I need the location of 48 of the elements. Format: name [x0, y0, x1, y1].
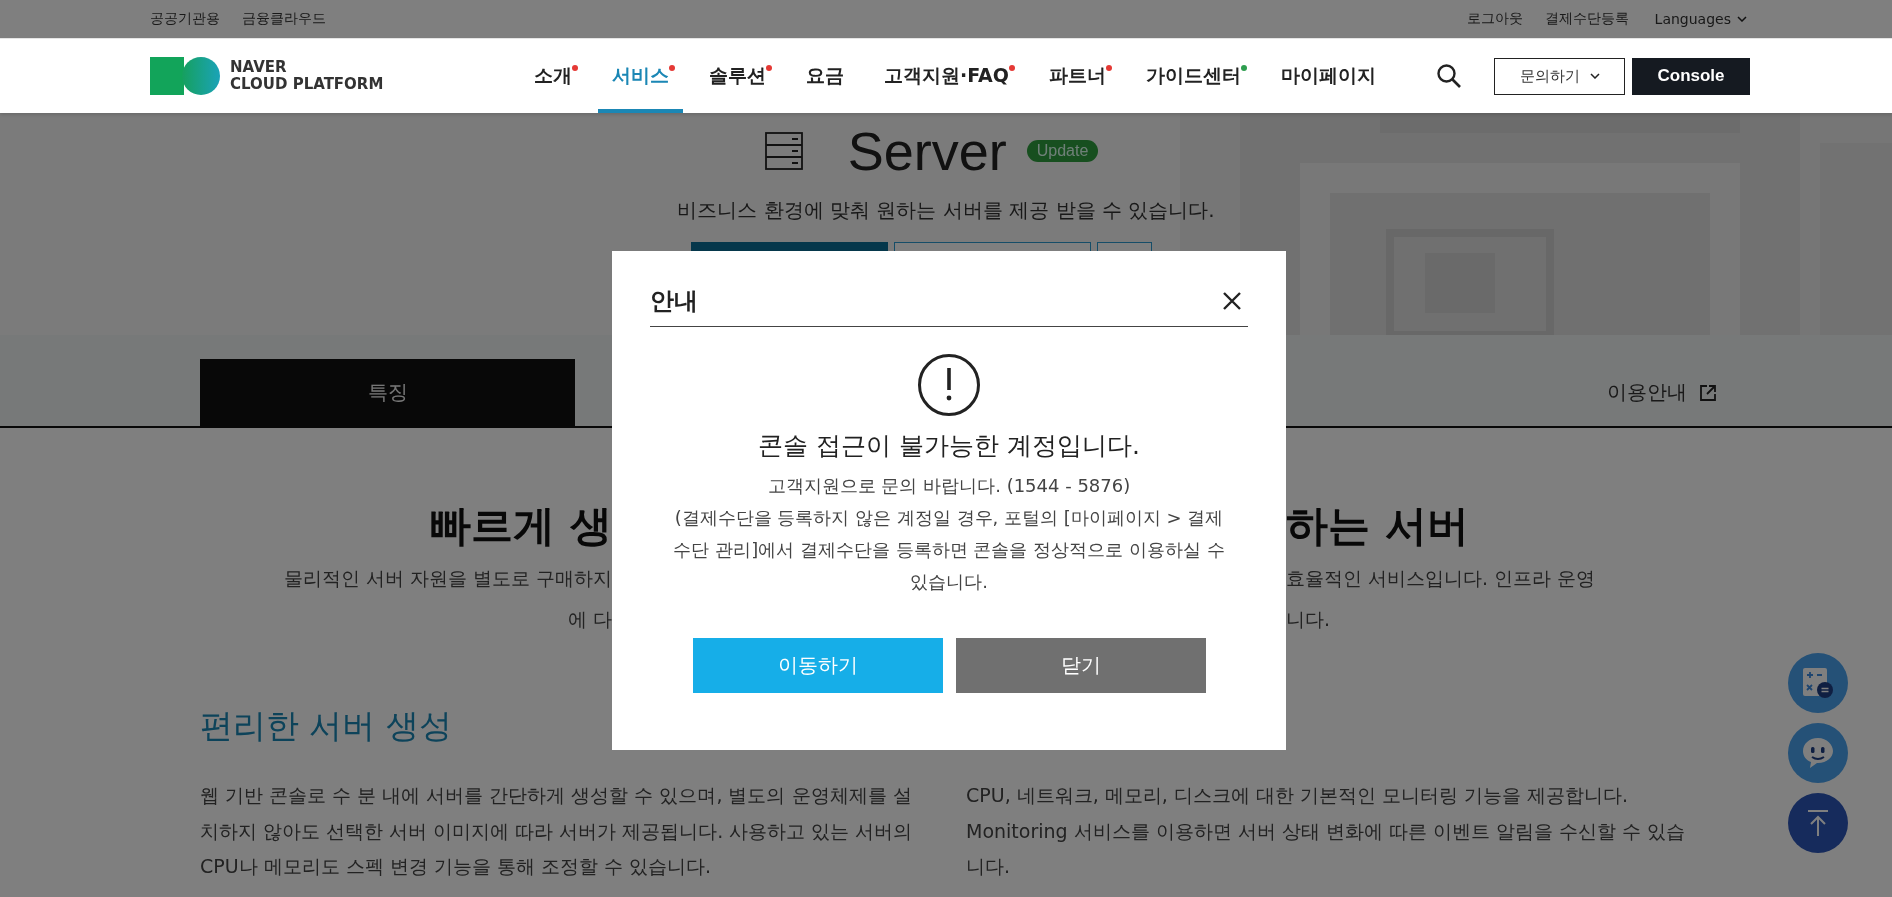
- close-icon[interactable]: [1222, 290, 1242, 311]
- nav-item[interactable]: 솔루션: [695, 39, 780, 113]
- utility-link[interactable]: 로그아웃: [1466, 10, 1523, 28]
- description-text: 에 다: [567, 607, 612, 632]
- nav-item[interactable]: 가이드센터: [1131, 39, 1255, 113]
- arrow-up-icon: [1805, 808, 1831, 838]
- section-tab[interactable]: 특징: [200, 359, 575, 426]
- page-subtitle: 비즈니스 환경에 맞춰 원하는 서버를 제공 받을 수 있습니다.: [677, 197, 1215, 224]
- logo-text: CLOUD PLATFORM: [230, 76, 384, 93]
- utility-link[interactable]: 공공기관용: [150, 10, 220, 28]
- chevron-icon: [1737, 16, 1747, 22]
- language-menu[interactable]: Languages: [1654, 11, 1747, 27]
- contact-text: 고객지원으로 문의 바랍니다. (1544 - 5876): [767, 474, 1131, 498]
- description-text: 효율적인 서비스입니다. 인프라 운영: [1286, 566, 1596, 591]
- nav-item[interactable]: 파트너: [1034, 39, 1120, 113]
- move-button[interactable]: 이동하기: [692, 638, 943, 693]
- utility-link[interactable]: 결제수단등록: [1544, 10, 1629, 28]
- chevron-icon: [1589, 73, 1600, 79]
- warning-icon: [917, 353, 981, 417]
- description-text: 니다.: [1286, 607, 1331, 632]
- update-badge: Update: [1026, 140, 1099, 162]
- feature-description: 웹 기반 콘솔로 수 분 내에 서버를 간단하게 생성할 수 있으며, 별도의 운영체제를 설 치하지 않아도 선택한 서버 이미지에 따라 서버가 제공됩니다. 사용하고 있는 서버의 CPU나 메모리도 스펙 변경 기능을 통해 조정할 수 있습니다.: [200, 783, 913, 879]
- description-text: 물리적인 서버 자원을 별도로 구매하지: [283, 566, 612, 591]
- server-icon: [763, 131, 804, 171]
- feature-title: 편리한 서버 생성: [200, 705, 453, 747]
- logo-icon[interactable]: [150, 56, 220, 96]
- page-title: Server: [847, 120, 1007, 182]
- feature-description: CPU, 네트워크, 메모리, 디스크에 대한 기본적인 모니터링 기능을 제공합니다. Monitoring 서비스를 이용하면 서버 상태 변화에 따른 이벤트 알림을 수신할 수 있습 니다.: [966, 783, 1686, 879]
- inquiry-dropdown[interactable]: 문의하기: [1494, 57, 1625, 95]
- dialog-message: 콘솔 접근이 불가능한 계정입니다.: [758, 430, 1140, 462]
- calculator-icon: [1801, 666, 1835, 700]
- nav-item[interactable]: 마이페이지: [1266, 39, 1390, 113]
- chatbot-icon: [1800, 736, 1836, 770]
- nav-item[interactable]: 요금: [792, 39, 858, 113]
- scroll-top-button[interactable]: [1788, 793, 1848, 853]
- section-heading: 빠르게 생: [429, 500, 612, 552]
- dialog-title: 안내: [650, 285, 698, 317]
- section-tab[interactable]: 이용안내: [1562, 359, 1762, 426]
- utility-link[interactable]: 금융클라우드: [242, 10, 326, 28]
- section-heading: 하는 서버: [1286, 500, 1469, 552]
- nav-item[interactable]: 소개: [520, 39, 586, 113]
- search-icon[interactable]: [1436, 63, 1462, 89]
- calculator-button[interactable]: [1788, 653, 1848, 713]
- console-button[interactable]: Console: [1632, 57, 1750, 95]
- dialog-note: (결제수단을 등록하지 않은 계정일 경우, 포털의 [마이페이지 > 결제 수단 관리]에서 결제수단을 등록하면 콘솔을 정상적으로 이용하실 수 있습니다.: [673, 506, 1225, 594]
- nav-item[interactable]: 고객지원·FAQ: [870, 39, 1023, 113]
- close-button[interactable]: 닫기: [955, 638, 1206, 693]
- logo-text: NAVER: [230, 59, 288, 76]
